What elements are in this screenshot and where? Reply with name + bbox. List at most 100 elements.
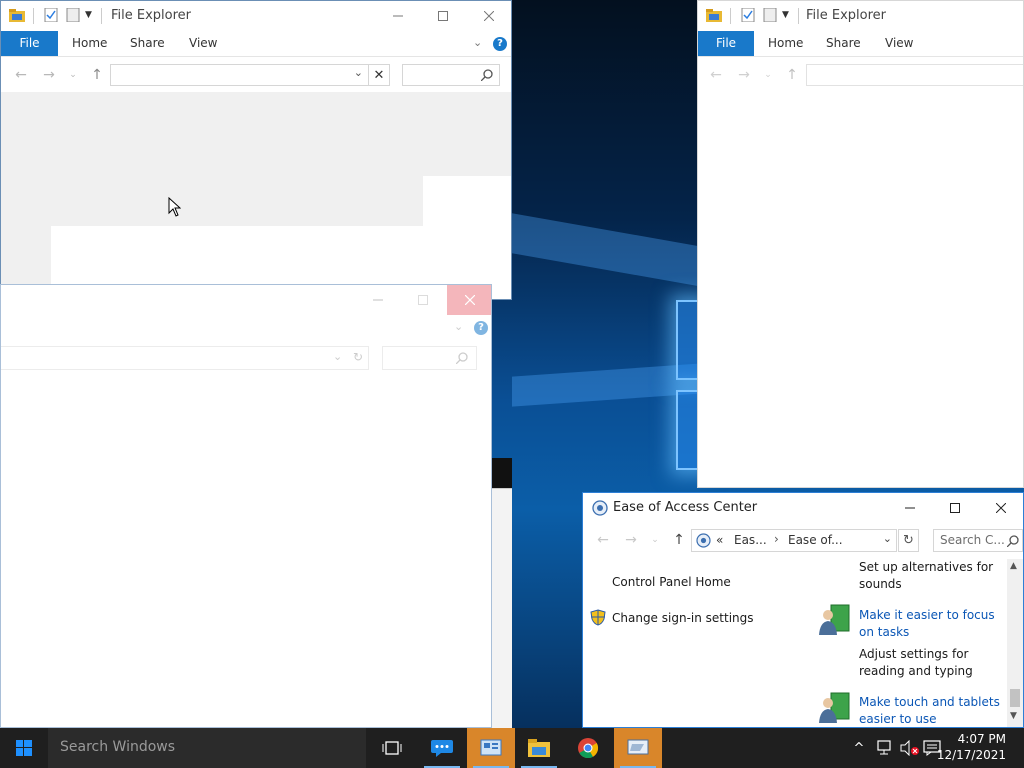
tab-home[interactable]: Home	[58, 31, 121, 56]
search-input[interactable]	[402, 64, 500, 86]
address-dropdown-icon[interactable]: ⌄	[354, 66, 363, 79]
action-center-button[interactable]	[1008, 728, 1024, 768]
back-arrow-icon[interactable]: ←	[708, 67, 724, 83]
search-input[interactable]: Search C...	[933, 529, 1023, 552]
notifications-icon[interactable]	[923, 740, 941, 756]
control-panel-home-link[interactable]: Control Panel Home	[612, 575, 731, 589]
recent-locations-icon[interactable]: ⌄	[65, 67, 81, 83]
chrome-taskbar-button[interactable]	[564, 728, 612, 768]
cancel-navigation-icon[interactable]: ✕	[369, 64, 390, 86]
scroll-down-icon[interactable]: ▼	[1010, 711, 1017, 721]
volume-icon[interactable]	[898, 728, 922, 768]
minimize-button[interactable]	[887, 493, 933, 523]
recent-locations-icon[interactable]: ⌄	[760, 67, 776, 83]
tab-share[interactable]: Share	[812, 31, 875, 56]
breadcrumb-item[interactable]: Eas...	[734, 533, 767, 547]
forward-arrow-icon[interactable]: →	[41, 67, 57, 83]
change-sign-in-settings-link[interactable]: Change sign-in settings	[612, 611, 754, 625]
taskbar-search-box[interactable]: Search Windows	[48, 728, 366, 768]
address-bar[interactable]	[806, 64, 1023, 86]
address-bar[interactable]: ⌄ ↻	[1, 346, 369, 370]
navigation-bar: ← → ⌄ ↑ ⌄ ✕	[1, 58, 511, 92]
customize-toolbar-icon[interactable]: ▼	[85, 10, 92, 20]
loading-content-area	[1, 92, 511, 299]
back-arrow-icon[interactable]: ←	[595, 532, 611, 548]
file-explorer-taskbar-button[interactable]	[515, 728, 563, 768]
close-button[interactable]	[466, 1, 511, 31]
up-arrow-icon[interactable]: ↑	[671, 532, 687, 548]
focus-tasks-link[interactable]: Make it easier to focus on tasks	[859, 607, 1005, 641]
properties-icon[interactable]	[43, 8, 59, 22]
fading-explorer-window[interactable]: ⌄ ? ⌄ ↻	[0, 284, 492, 728]
close-button[interactable]	[447, 285, 491, 315]
help-icon[interactable]: ?	[493, 37, 507, 51]
search-icon	[481, 69, 493, 81]
maximize-button[interactable]	[932, 493, 978, 523]
remote-app-taskbar-button[interactable]	[614, 728, 662, 768]
show-hidden-icons-icon[interactable]: ^	[850, 728, 868, 768]
back-arrow-icon[interactable]: ←	[13, 67, 29, 83]
tab-share[interactable]: Share	[116, 31, 179, 56]
maximize-button[interactable]	[420, 1, 466, 31]
folder-icon	[528, 739, 550, 757]
tab-home[interactable]: Home	[754, 31, 817, 56]
maximize-button[interactable]	[400, 285, 446, 315]
expand-ribbon-icon[interactable]: ⌄	[473, 36, 482, 49]
help-icon[interactable]: ?	[474, 321, 488, 335]
breadcrumb-item[interactable]: Ease of...	[788, 533, 843, 547]
search-icon	[1007, 535, 1019, 547]
new-folder-icon[interactable]	[65, 8, 81, 22]
wallpaper-beam	[512, 213, 702, 287]
title-bar[interactable]: ▼ File Explorer	[1, 1, 511, 31]
breadcrumb-separator-icon[interactable]: ›	[774, 532, 779, 546]
recent-locations-icon[interactable]: ⌄	[647, 532, 663, 548]
title-bar[interactable]	[1, 285, 491, 315]
minimize-button[interactable]	[375, 1, 421, 31]
breadcrumb-overflow[interactable]: «	[716, 533, 723, 547]
scroll-up-icon[interactable]: ▲	[1010, 561, 1017, 571]
new-folder-icon[interactable]	[762, 8, 778, 22]
refresh-icon[interactable]: ↻	[898, 529, 919, 552]
minimize-icon	[905, 507, 915, 509]
file-explorer-window-right[interactable]: ▼ File Explorer File Home Share View ← →…	[697, 0, 1024, 488]
title-bar[interactable]: Ease of Access Center	[583, 493, 1023, 523]
scrollbar-thumb[interactable]	[1010, 689, 1020, 707]
search-placeholder: Search C...	[940, 533, 1005, 547]
background-window-edge	[492, 488, 512, 728]
ease-of-access-icon	[696, 533, 711, 548]
expand-ribbon-icon[interactable]: ⌄	[454, 320, 463, 333]
address-bar[interactable]: « Eas... › Ease of... ⌄	[691, 529, 897, 552]
ease-of-access-window[interactable]: Ease of Access Center ← → ⌄ ↑ « Eas... ›…	[582, 492, 1024, 728]
taskbar: Search Windows ^ 4:07 PM 12/17/2021	[0, 728, 1024, 768]
touch-tablets-link[interactable]: Make touch and tablets easier to use	[859, 694, 1005, 727]
tab-view[interactable]: View	[175, 31, 231, 56]
start-button[interactable]	[0, 728, 48, 768]
forward-arrow-icon[interactable]: →	[736, 67, 752, 83]
reading-typing-text: Adjust settings for reading and typing	[859, 647, 973, 678]
vertical-scrollbar[interactable]: ▲ ▼	[1007, 559, 1023, 727]
address-dropdown-icon[interactable]: ⌄	[333, 350, 342, 363]
chrome-icon	[578, 738, 599, 759]
network-icon[interactable]	[872, 728, 896, 768]
refresh-icon[interactable]: ↻	[353, 350, 363, 364]
up-arrow-icon[interactable]: ↑	[89, 67, 105, 83]
forward-arrow-icon[interactable]: →	[623, 532, 639, 548]
title-bar[interactable]: ▼ File Explorer	[698, 1, 1023, 31]
address-bar[interactable]: ⌄	[110, 64, 369, 86]
properties-icon[interactable]	[740, 8, 756, 22]
file-explorer-window[interactable]: ▼ File Explorer File Home Share View ⌄ ?…	[0, 0, 512, 300]
task-view-button[interactable]	[368, 728, 416, 768]
up-arrow-icon[interactable]: ↑	[784, 67, 800, 83]
users-focus-icon	[819, 604, 850, 635]
messaging-app-button[interactable]	[418, 728, 466, 768]
tab-view[interactable]: View	[871, 31, 927, 56]
left-pane: Control Panel Home Change sign-in settin…	[583, 557, 803, 727]
control-panel-taskbar-button[interactable]	[467, 728, 515, 768]
minimize-button[interactable]	[355, 285, 401, 315]
address-dropdown-icon[interactable]: ⌄	[883, 532, 892, 545]
tab-file[interactable]: File	[698, 31, 754, 56]
tab-file[interactable]: File	[1, 31, 58, 56]
search-input[interactable]	[382, 346, 477, 370]
customize-toolbar-icon[interactable]: ▼	[782, 10, 789, 20]
close-button[interactable]	[978, 493, 1023, 523]
